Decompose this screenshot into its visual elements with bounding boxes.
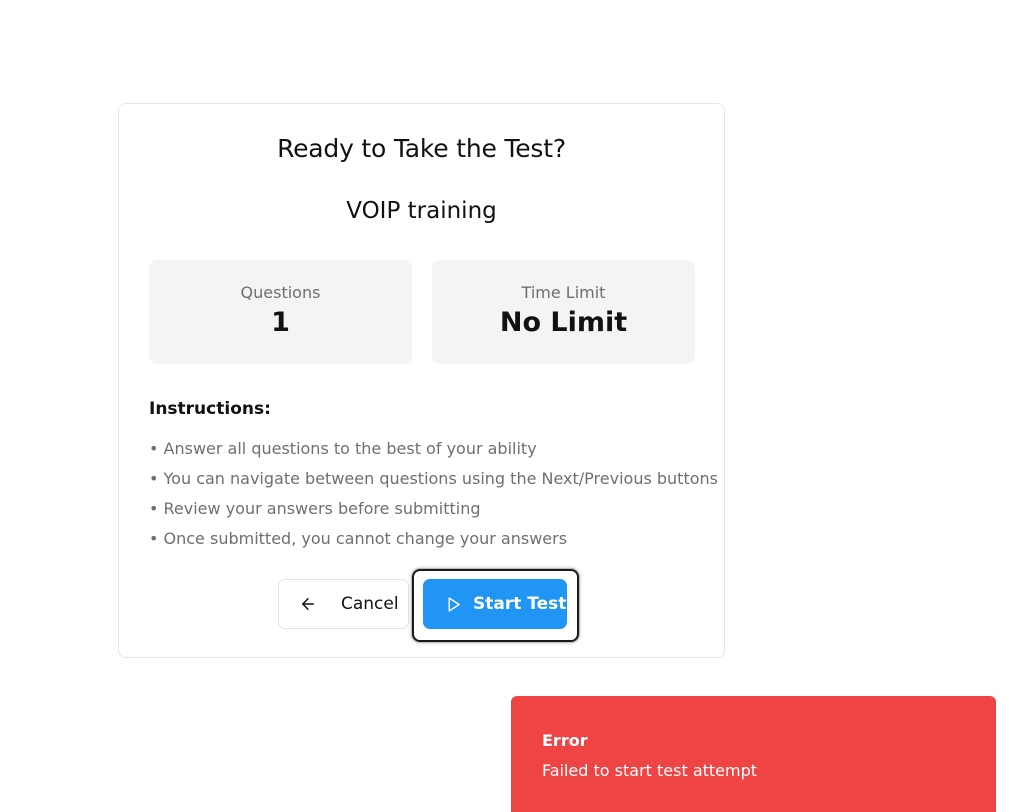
questions-value: 1 bbox=[271, 307, 290, 338]
cancel-button[interactable]: Cancel bbox=[278, 579, 409, 629]
questions-stat: Questions 1 bbox=[149, 260, 412, 364]
error-toast[interactable]: Error Failed to start test attempt bbox=[511, 696, 996, 812]
toast-message: Failed to start test attempt bbox=[542, 761, 758, 780]
instruction-item: • You can navigate between questions usi… bbox=[149, 469, 718, 488]
instructions-heading: Instructions: bbox=[149, 399, 271, 419]
time-limit-label: Time Limit bbox=[521, 283, 606, 302]
cancel-button-label: Cancel bbox=[341, 594, 399, 614]
instruction-item: • Review your answers before submitting bbox=[149, 499, 481, 518]
test-name: VOIP training bbox=[346, 198, 497, 224]
page-title: Ready to Take the Test? bbox=[277, 134, 566, 163]
instruction-item: • Answer all questions to the best of yo… bbox=[149, 439, 537, 458]
instruction-item: • Once submitted, you cannot change your… bbox=[149, 529, 568, 548]
time-limit-stat: Time Limit No Limit bbox=[432, 260, 695, 364]
start-test-button[interactable]: Start Test bbox=[423, 579, 567, 629]
start-test-button-label: Start Test bbox=[473, 594, 567, 614]
time-limit-value: No Limit bbox=[499, 307, 628, 338]
instructions-list: • Answer all questions to the best of yo… bbox=[149, 434, 718, 554]
questions-label: Questions bbox=[240, 283, 321, 302]
test-start-card: Ready to Take the Test? VOIP training Qu… bbox=[118, 103, 725, 658]
arrow-left-icon bbox=[302, 598, 314, 610]
play-icon bbox=[448, 596, 460, 612]
toast-title: Error bbox=[542, 731, 588, 750]
